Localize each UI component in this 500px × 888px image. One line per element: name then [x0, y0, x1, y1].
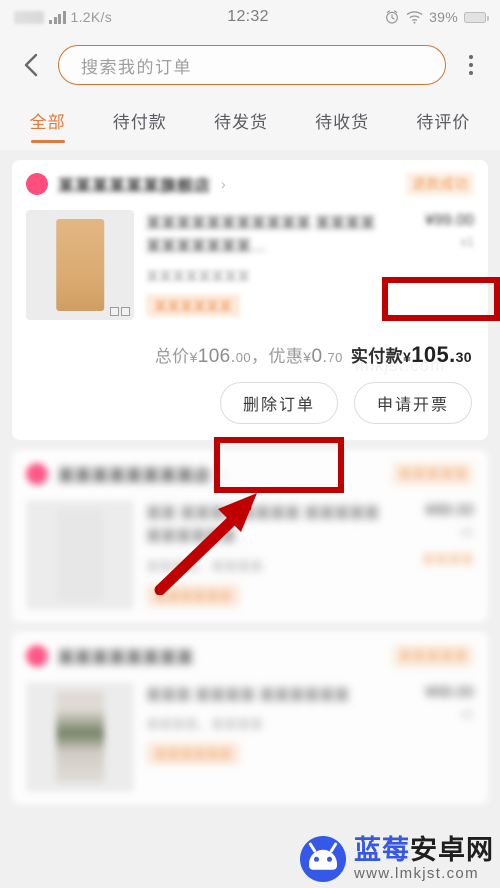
goods-title-label: 某某 某某某某某某某某 某某某某某某某某某某某: [146, 505, 380, 546]
goods-tag-label: 某某某某某某: [146, 583, 241, 607]
battery-icon: [464, 11, 489, 23]
delete-order-button[interactable]: 删除订单: [220, 382, 338, 424]
goods-price-block: ¥99.00 x1: [396, 210, 474, 320]
site-url-label: www.lmkjst.com: [354, 865, 479, 883]
battery-percent-label: 39%: [429, 9, 458, 25]
order-status-label: 某某某某某: [392, 644, 474, 668]
site-watermark-text: 蓝莓 安卓网 www.lmkjst.com: [354, 836, 494, 882]
tab-pending-shipment[interactable]: 待发货: [212, 102, 270, 145]
goods-price-label: ¥68.00: [425, 684, 474, 701]
search-placeholder: 搜索我的订单: [81, 57, 192, 77]
order-card[interactable]: 某某某某某某某某 某某某某某 某某某 某某某某 某某某某某某 某某某某，某某某某…: [12, 632, 488, 804]
goods-quantity-label: x1: [460, 706, 474, 721]
alarm-clock-icon: [386, 10, 399, 24]
tab-pending-review[interactable]: 待评价: [414, 102, 472, 145]
goods-row[interactable]: 某某某某某某某某某某某 某某某某某某某某某某某… 某某某某某某某某 某某某某某某…: [12, 204, 488, 332]
goods-quantity-label: x1: [460, 524, 474, 539]
back-button[interactable]: [14, 45, 48, 85]
goods-spec-label: 某某某某某某某某: [146, 268, 251, 284]
shop-row[interactable]: 某某某某某某旗舰店 › 退款成功: [12, 160, 488, 204]
site-watermark: 蓝莓 安卓网 www.lmkjst.com: [300, 836, 494, 882]
shop-name-label: 某某某某某某某某店: [58, 468, 212, 485]
order-total-row: 总价¥106.00，优惠¥0.70 实付款¥105.30: [154, 342, 472, 367]
wifi-icon: [406, 11, 423, 24]
order-list: 某某某某某某旗舰店 › 退款成功 某某某某某某某某某某某 某某某某某某某某某某某…: [0, 160, 500, 804]
site-name-part1: 蓝莓: [354, 834, 410, 865]
order-status-label: 退款成功: [406, 172, 474, 196]
discount-value: 0: [311, 346, 323, 367]
thumbnail-badge-icon: [110, 307, 130, 316]
page-header: 搜索我的订单: [0, 34, 500, 96]
android-robot-icon: [300, 835, 346, 882]
shop-avatar-icon: [26, 173, 48, 195]
actual-payment-value: 105: [411, 342, 450, 367]
chevron-right-icon: ›: [221, 466, 226, 482]
more-options-button[interactable]: [456, 45, 486, 85]
goods-price-block: ¥88.00 x1 某某某某: [396, 500, 474, 610]
search-input[interactable]: 搜索我的订单: [58, 45, 446, 85]
goods-info: 某某某某某某某某某某某 某某某某某某某某某某某… 某某某某某某某某 某某某某某某: [146, 210, 384, 320]
goods-spec-label: 某某某某，某某某某: [146, 558, 264, 574]
actual-payment-label: 实付款: [350, 347, 404, 366]
goods-thumbnail: [26, 682, 134, 792]
order-status-label: 某某某某某: [392, 462, 474, 486]
status-bar-clock: 12:32: [227, 8, 269, 25]
network-speed-label: 1.2K/s: [70, 9, 112, 25]
status-bar: 1.2K/s 12:32 39%: [0, 0, 500, 34]
goods-quantity-label: x1: [460, 234, 474, 249]
signal-bars-icon: [49, 10, 66, 24]
goods-row[interactable]: 某某 某某某某某某某某 某某某某某某某某某某某 某某某某，某某某某 某某某某某某…: [12, 494, 488, 622]
goods-info: 某某某 某某某某 某某某某某某 某某某某，某某某某 某某某某某某: [146, 682, 384, 792]
actual-payment-cents: 30: [455, 349, 472, 365]
goods-tag-label: 某某某某某某: [146, 742, 241, 766]
discount-cents: 70: [327, 350, 343, 365]
goods-title-label: 某某某某某某某某某某某 某某某某某某某某某某某…: [146, 215, 376, 256]
order-card[interactable]: 某某某某某某旗舰店 › 退款成功 某某某某某某某某某某某 某某某某某某某某某某某…: [12, 160, 488, 440]
goods-spec-label: 某某某某，某某某某: [146, 717, 264, 733]
total-price-value: 106: [197, 346, 231, 367]
chevron-left-icon: [24, 53, 38, 77]
order-card[interactable]: 某某某某某某某某店 › 某某某某某 某某 某某某某某某某某 某某某某某某某某某某…: [12, 450, 488, 622]
goods-price-label: ¥99.00: [425, 212, 474, 229]
shop-name-label: 某某某某某某旗舰店: [58, 178, 212, 195]
goods-row[interactable]: 某某某 某某某某 某某某某某某 某某某某，某某某某 某某某某某某 ¥68.00 …: [12, 676, 488, 804]
status-bar-left: 1.2K/s: [14, 9, 112, 25]
carrier-name-icon: [14, 10, 44, 24]
goods-subnote-label: 某某某某: [421, 552, 474, 567]
goods-info: 某某 某某某某某某某某 某某某某某某某某某某某 某某某某，某某某某 某某某某某某: [146, 500, 384, 610]
shop-avatar-icon: [26, 463, 48, 485]
order-status-tabs: 全部 待付款 待发货 待收货 待评价: [0, 96, 500, 150]
total-price-label: 总价: [154, 347, 190, 366]
more-vertical-icon: [469, 55, 473, 59]
goods-price-label: ¥88.00: [425, 502, 474, 519]
tab-pending-payment[interactable]: 待付款: [111, 102, 169, 145]
goods-title-label: 某某某 某某某某 某某某某某某: [146, 687, 350, 704]
shop-row[interactable]: 某某某某某某某某店 › 某某某某某: [12, 450, 488, 494]
tab-pending-receipt[interactable]: 待收货: [313, 102, 371, 145]
site-name-part2: 安卓网: [410, 834, 494, 865]
shop-row[interactable]: 某某某某某某某某 某某某某某: [12, 632, 488, 676]
shop-name-label: 某某某某某某某某: [58, 650, 195, 667]
order-actions: 删除订单 申请开票: [12, 382, 488, 440]
status-bar-right: 39%: [384, 9, 489, 25]
discount-label: 优惠: [268, 347, 304, 366]
currency-symbol-total: ¥: [189, 349, 198, 365]
shop-avatar-icon: [26, 645, 48, 667]
currency-symbol-pay: ¥: [403, 349, 412, 365]
total-price-cents: 00: [235, 350, 252, 365]
phone-screen: 1.2K/s 12:32 39% 搜索我的订单 全部 待付款 待发货 待收货 待…: [0, 0, 500, 888]
tab-all[interactable]: 全部: [28, 102, 68, 145]
goods-thumbnail: [26, 210, 134, 320]
chevron-right-icon: ›: [221, 176, 226, 192]
apply-invoice-button[interactable]: 申请开票: [354, 382, 472, 424]
goods-thumbnail: [26, 500, 134, 610]
goods-price-block: ¥68.00 x1: [396, 682, 474, 792]
goods-tag-label: 某某某某某某: [146, 293, 241, 317]
